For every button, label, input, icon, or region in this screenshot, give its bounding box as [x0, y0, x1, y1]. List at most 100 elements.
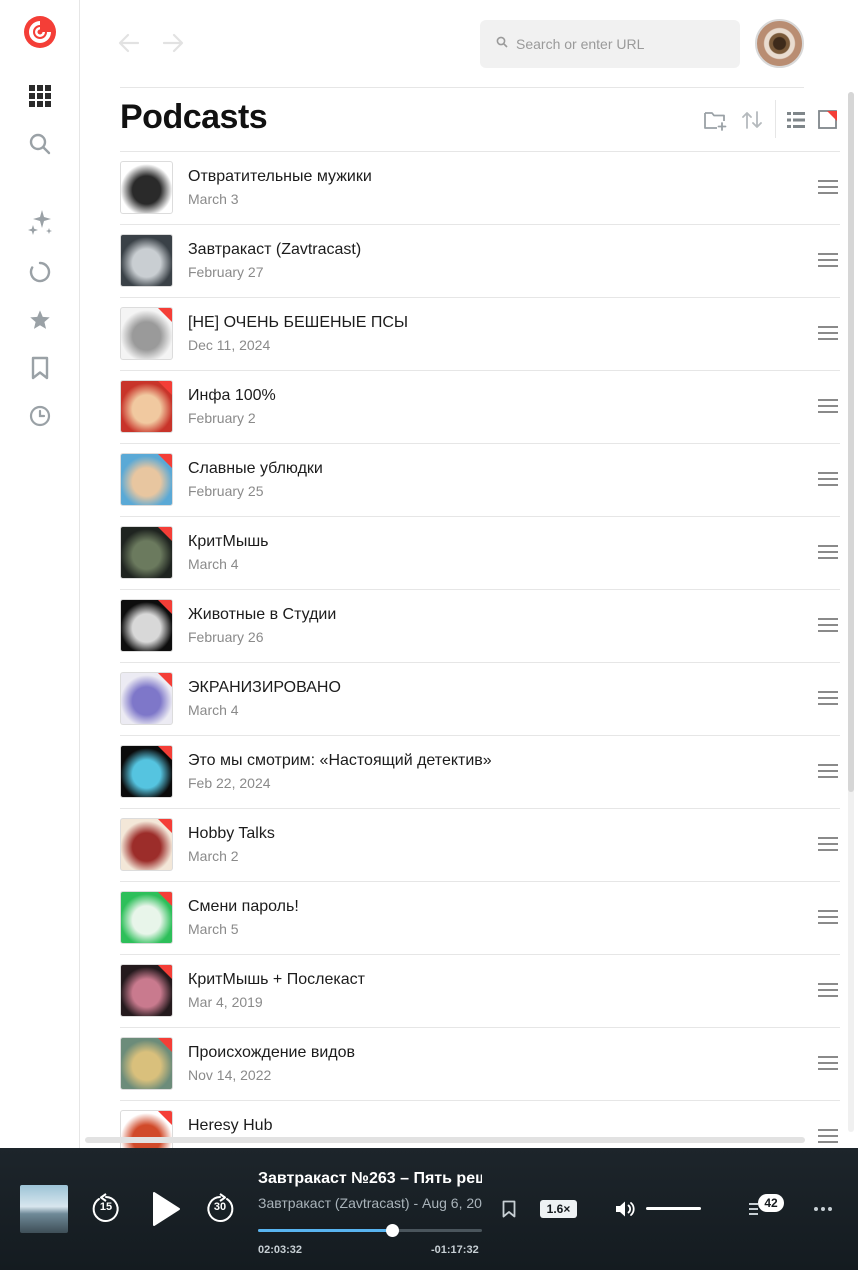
- progress-fill: [258, 1229, 393, 1232]
- progress-knob[interactable]: [386, 1224, 400, 1237]
- podcast-artwork[interactable]: [120, 964, 173, 1017]
- drag-handle-icon[interactable]: [818, 180, 838, 194]
- star-icon[interactable]: [22, 302, 58, 338]
- podcast-row[interactable]: ЭКРАНИЗИРОВАНО March 4: [120, 663, 840, 736]
- badge-setting-icon[interactable]: [814, 106, 842, 134]
- podcast-artwork[interactable]: [120, 599, 173, 652]
- drag-handle-icon[interactable]: [818, 253, 838, 267]
- podcast-title[interactable]: Происхождение видов: [188, 1044, 355, 1062]
- drag-handle-icon[interactable]: [818, 399, 838, 413]
- pocketcasts-logo-icon[interactable]: [22, 14, 58, 50]
- more-options-button[interactable]: [810, 1198, 836, 1220]
- podcast-row[interactable]: Смени пароль! March 5: [120, 882, 840, 955]
- podcast-title[interactable]: Животные в Студии: [188, 606, 336, 624]
- podcast-title[interactable]: [НЕ] ОЧЕНЬ БЕШЕНЫЕ ПСЫ: [188, 314, 408, 332]
- play-button[interactable]: [148, 1188, 184, 1230]
- podcast-artwork[interactable]: [120, 234, 173, 287]
- sidebar: [0, 0, 80, 1148]
- podcast-row[interactable]: КритМышь March 4: [120, 517, 840, 590]
- drag-handle-line: [818, 478, 838, 480]
- vertical-scrollbar[interactable]: [848, 92, 854, 1132]
- drag-handle-icon[interactable]: [818, 764, 838, 778]
- podcast-row[interactable]: Славные ублюдки February 25: [120, 444, 840, 517]
- list-view-icon[interactable]: [782, 106, 810, 134]
- podcast-artwork[interactable]: [120, 161, 173, 214]
- podcast-latest-date: March 4: [188, 702, 239, 718]
- podcast-artwork[interactable]: [120, 1037, 173, 1090]
- drag-handle-line: [818, 916, 838, 918]
- search-icon[interactable]: [22, 126, 58, 162]
- podcast-title[interactable]: Отвратительные мужики: [188, 168, 372, 186]
- podcast-row[interactable]: Происхождение видов Nov 14, 2022: [120, 1028, 840, 1101]
- podcast-title[interactable]: Завтракаст (Zavtracast): [188, 241, 361, 259]
- volume-slider[interactable]: [646, 1207, 701, 1210]
- drag-handle-icon[interactable]: [818, 1056, 838, 1070]
- episode-podcast-line[interactable]: Завтракаст (Zavtracast) - Aug 6, 2022: [258, 1195, 482, 1211]
- bookmark-episode-icon: [502, 1200, 516, 1218]
- podcast-row[interactable]: Животные в Студии February 26: [120, 590, 840, 663]
- drag-handle-line: [818, 472, 838, 474]
- podcast-title[interactable]: Инфа 100%: [188, 387, 276, 405]
- podcast-title[interactable]: Смени пароль!: [188, 898, 299, 916]
- podcast-artwork[interactable]: [120, 891, 173, 944]
- skip-back-button[interactable]: 15: [89, 1192, 123, 1226]
- drag-handle-line: [818, 545, 838, 547]
- podcast-row[interactable]: Hobby Talks March 2: [120, 809, 840, 882]
- podcast-row[interactable]: [НЕ] ОЧЕНЬ БЕШЕНЫЕ ПСЫ Dec 11, 2024: [120, 298, 840, 371]
- podcast-title[interactable]: КритМышь: [188, 533, 268, 551]
- podcast-title[interactable]: Hobby Talks: [188, 825, 275, 843]
- drag-handle-icon[interactable]: [818, 983, 838, 997]
- forward-arrow-icon[interactable]: [160, 30, 186, 56]
- volume-button[interactable]: [614, 1198, 638, 1220]
- drag-handle-icon[interactable]: [818, 545, 838, 559]
- podcast-artwork[interactable]: [120, 526, 173, 579]
- drag-handle-icon[interactable]: [818, 618, 838, 632]
- avatar[interactable]: [755, 19, 804, 68]
- podcast-row[interactable]: Завтракаст (Zavtracast) February 27: [120, 225, 840, 298]
- progress-bar[interactable]: [258, 1224, 482, 1237]
- search-input[interactable]: [516, 36, 726, 52]
- podcast-artwork[interactable]: [120, 380, 173, 433]
- drag-handle-icon[interactable]: [818, 1129, 838, 1143]
- podcast-artwork[interactable]: [120, 453, 173, 506]
- podcast-row[interactable]: Отвратительные мужики March 3: [120, 152, 840, 225]
- back-arrow-icon[interactable]: [116, 30, 142, 56]
- podcast-row[interactable]: КритМышь + Послекаст Mar 4, 2019: [120, 955, 840, 1028]
- search-box[interactable]: [480, 20, 740, 68]
- drag-handle-icon[interactable]: [818, 837, 838, 851]
- grid-icon[interactable]: [22, 78, 58, 114]
- sort-icon[interactable]: [738, 106, 766, 134]
- episode-artwork[interactable]: [20, 1185, 68, 1233]
- unplayed-corner-badge: [158, 308, 172, 322]
- drag-handle-icon[interactable]: [818, 472, 838, 486]
- drag-handle-line: [818, 332, 838, 334]
- bookmark-episode-button[interactable]: [498, 1198, 520, 1220]
- podcast-title[interactable]: Это мы смотрим: «Настоящий детектив»: [188, 752, 492, 770]
- drag-handle-icon[interactable]: [818, 691, 838, 705]
- playback-speed-button[interactable]: 1.6×: [540, 1200, 577, 1218]
- add-folder-icon[interactable]: [702, 106, 730, 134]
- podcast-title[interactable]: КритМышь + Послекаст: [188, 971, 365, 989]
- skip-forward-button[interactable]: 30: [203, 1192, 237, 1226]
- podcast-title[interactable]: ЭКРАНИЗИРОВАНО: [188, 679, 341, 697]
- horizontal-scrollbar[interactable]: [85, 1137, 805, 1143]
- podcast-title[interactable]: Heresy Hub: [188, 1117, 272, 1135]
- bookmark-icon[interactable]: [22, 350, 58, 386]
- episode-title[interactable]: Завтракаст №263 – Пять решений: [258, 1170, 482, 1188]
- drag-handle-icon[interactable]: [818, 910, 838, 924]
- podcast-artwork[interactable]: [120, 307, 173, 360]
- podcast-row[interactable]: Это мы смотрим: «Настоящий детектив» Feb …: [120, 736, 840, 809]
- podcast-artwork[interactable]: [120, 745, 173, 798]
- vertical-scrollbar-thumb[interactable]: [848, 92, 854, 792]
- history-clock-icon[interactable]: [22, 398, 58, 434]
- podcast-row[interactable]: Инфа 100% February 2: [120, 371, 840, 444]
- drag-handle-icon[interactable]: [818, 326, 838, 340]
- in-progress-icon[interactable]: [22, 254, 58, 290]
- podcast-artwork[interactable]: [120, 672, 173, 725]
- sparkles-icon[interactable]: [22, 204, 58, 240]
- podcast-title[interactable]: Славные ублюдки: [188, 460, 323, 478]
- podcast-artwork[interactable]: [120, 818, 173, 871]
- drag-handle-line: [818, 843, 838, 845]
- podcast-latest-date: February 26: [188, 629, 264, 645]
- podcast-list: Отвратительные мужики March 3 Завтракаст (…: [120, 152, 840, 1148]
